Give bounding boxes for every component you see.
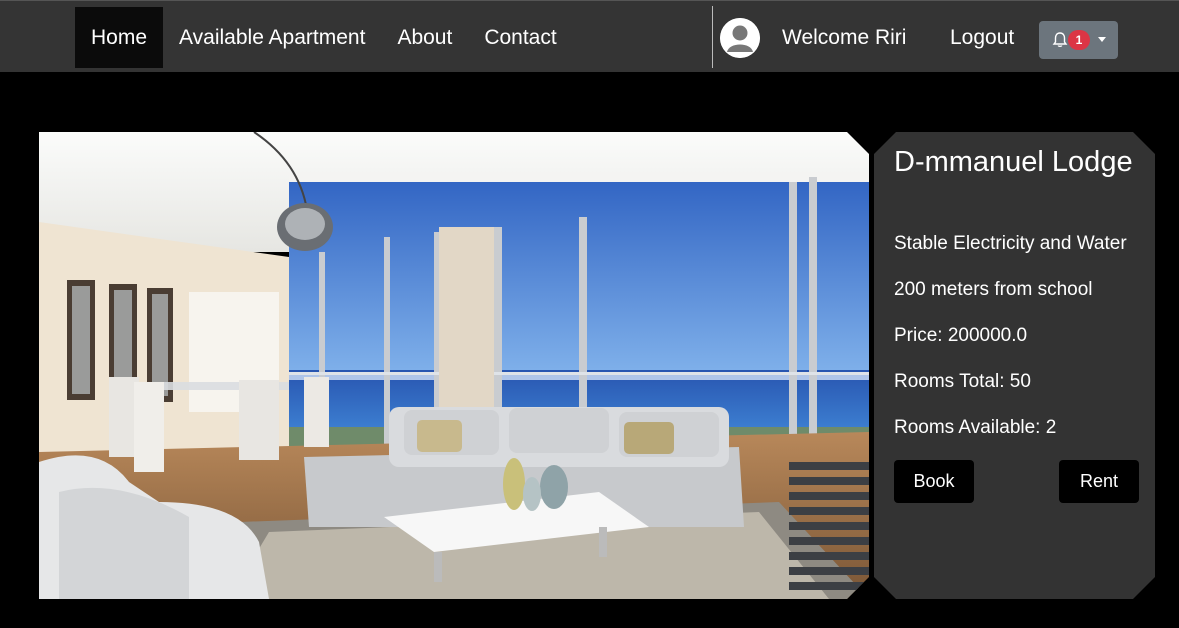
- notifications-dropdown-button[interactable]: 1: [1039, 21, 1118, 59]
- rent-button[interactable]: Rent: [1059, 460, 1139, 503]
- logout-link[interactable]: Logout: [950, 7, 1014, 68]
- listing-rooms-available: Rooms Available: 2: [894, 417, 1057, 438]
- nav-available-apartment-link[interactable]: Available Apartment: [163, 7, 381, 68]
- apartment-photo: [39, 132, 869, 599]
- listing-feature-electricity: Stable Electricity and Water: [894, 233, 1127, 254]
- nav-divider: [712, 6, 713, 68]
- listing-card: D-mmanuel Lodge Stable Electricity and W…: [874, 132, 1155, 599]
- listing-rooms-total: Rooms Total: 50: [894, 371, 1031, 392]
- nav-links: Home Available Apartment About Contact: [75, 7, 573, 68]
- book-button[interactable]: Book: [894, 460, 974, 503]
- listing-price: Price: 200000.0: [894, 325, 1028, 346]
- listing-feature-distance: 200 meters from school: [894, 279, 1093, 300]
- nav-home-link[interactable]: Home: [75, 7, 164, 68]
- caret-down-icon: [1098, 37, 1106, 42]
- bell-icon: [1052, 32, 1068, 48]
- listing-name: D-mmanuel Lodge: [894, 146, 1133, 178]
- user-avatar-icon[interactable]: [720, 18, 760, 58]
- top-navbar: Home Available Apartment About Contact W…: [0, 0, 1179, 72]
- nav-contact-link[interactable]: Contact: [468, 7, 572, 68]
- welcome-text: Welcome Riri: [782, 26, 907, 49]
- notification-count-badge: 1: [1068, 30, 1090, 50]
- nav-about-link[interactable]: About: [381, 7, 468, 68]
